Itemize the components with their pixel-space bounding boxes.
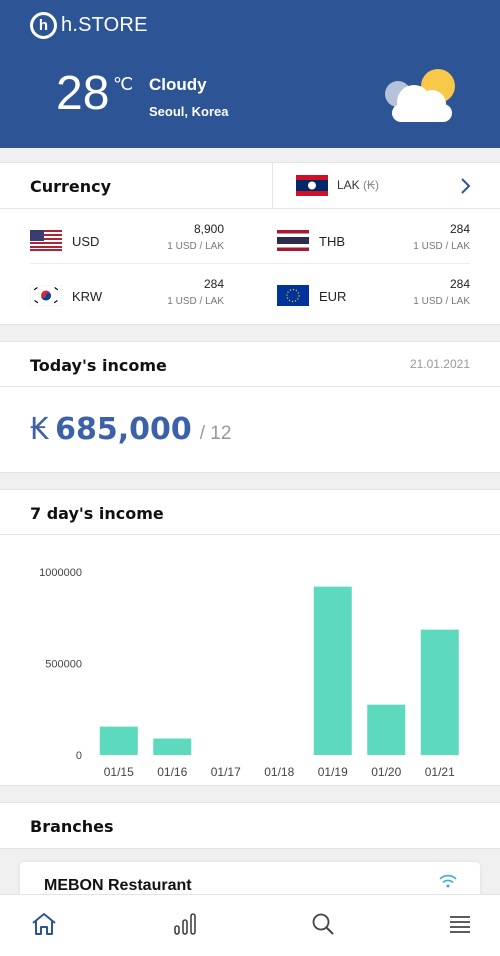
search-icon [312, 913, 334, 935]
weather-condition: Cloudy [149, 75, 207, 94]
rate-value: 284 [449, 222, 470, 236]
nav-home-button[interactable] [29, 909, 59, 939]
weather-city: Seoul, Korea [149, 104, 229, 119]
partly-cloudy-icon [385, 69, 455, 122]
chart-bar[interactable] [420, 629, 459, 755]
y-tick-label: 500000 [45, 659, 82, 671]
rate-unit: 1 USD / LAK [413, 296, 470, 307]
y-tick-label: 1000000 [39, 567, 82, 579]
rate-eur: EUR 284 1 USD / LAK [277, 277, 470, 321]
menu-icon [450, 916, 470, 933]
weekly-income-card: 7 day's income 0 500000 1000000 01/15 01/16 0… [0, 489, 500, 786]
weather-header: h h.STORE 28 ℃ Cloudy Seoul, Korea [0, 0, 500, 148]
bottom-nav [0, 894, 500, 956]
chart-bar[interactable] [367, 704, 406, 755]
temperature: 28 [56, 67, 110, 120]
rate-krw: KRW 284 1 USD / LAK [30, 277, 240, 321]
branch-name: MEBON Restaurant [44, 877, 192, 894]
rate-thb: THB 284 1 USD / LAK [277, 222, 470, 266]
nav-menu-button[interactable] [445, 909, 475, 939]
app-logo[interactable]: h h.STORE [30, 12, 148, 39]
x-tick-label: 01/16 [157, 765, 187, 779]
thailand-flag-icon [277, 230, 309, 251]
currency-card: Currency LAK (₭) USD 8,900 1 USD / LAK T… [0, 162, 500, 325]
usa-flag-icon [30, 230, 62, 251]
rate-usd: USD 8,900 1 USD / LAK [30, 222, 240, 266]
x-tick-label: 01/20 [371, 765, 401, 779]
chart-bar[interactable] [153, 738, 192, 755]
rate-value: 284 [203, 277, 224, 291]
rate-code: THB [319, 234, 345, 249]
today-income-card: Today's income 21.01.2021 ₭ 685,000 / 12 [0, 341, 500, 473]
income-total: ₭ 685,000 / 12 [30, 412, 231, 447]
temperature-unit: ℃ [113, 74, 134, 94]
base-currency-selector[interactable]: LAK (₭) [272, 163, 500, 208]
income-amount: 685,000 [55, 412, 192, 447]
divider [30, 263, 470, 264]
home-icon [32, 913, 56, 935]
base-currency-label: LAK (₭) [337, 178, 380, 192]
income-bar-chart: 0 500000 1000000 01/15 01/16 01/17 01/18 01/19 0… [39, 567, 459, 779]
order-count: / 12 [199, 423, 232, 444]
x-tick-label: 01/19 [318, 765, 348, 779]
currency-title: Currency [30, 177, 112, 196]
weekly-income-title: 7 day's income [30, 504, 164, 523]
x-tick-label: 01/21 [425, 765, 455, 779]
rate-code: KRW [72, 289, 103, 304]
rate-code: EUR [319, 289, 347, 304]
laos-flag-icon [296, 175, 328, 196]
divider [0, 208, 500, 209]
nav-search-button[interactable] [308, 909, 338, 939]
x-tick-label: 01/17 [211, 765, 241, 779]
rate-code: USD [72, 234, 100, 249]
rate-unit: 1 USD / LAK [167, 296, 224, 307]
divider [0, 848, 500, 849]
chevron-right-icon [461, 178, 471, 194]
rate-unit: 1 USD / LAK [413, 241, 470, 252]
korea-flag-icon [30, 285, 62, 306]
x-tick-label: 01/18 [264, 765, 294, 779]
eu-flag-icon [277, 285, 309, 306]
nav-stats-button[interactable] [170, 909, 200, 939]
branches-header: Branches [0, 803, 500, 848]
income-date: 21.01.2021 [409, 357, 470, 371]
divider [0, 386, 500, 387]
rate-unit: 1 USD / LAK [167, 241, 224, 252]
today-income-title: Today's income [30, 356, 167, 375]
currency-symbol: ₭ [30, 412, 50, 447]
chart-bar[interactable] [99, 726, 138, 755]
logo-text: h.STORE [61, 14, 148, 36]
y-tick-label: 0 [76, 750, 82, 762]
logo-mark: h [30, 12, 57, 39]
wifi-icon [439, 874, 457, 888]
x-tick-label: 01/15 [104, 765, 134, 779]
rate-value: 8,900 [193, 222, 224, 236]
branches-title: Branches [30, 817, 114, 836]
chart-bar[interactable] [313, 586, 352, 755]
stats-icon [174, 913, 196, 935]
rate-value: 284 [449, 277, 470, 291]
